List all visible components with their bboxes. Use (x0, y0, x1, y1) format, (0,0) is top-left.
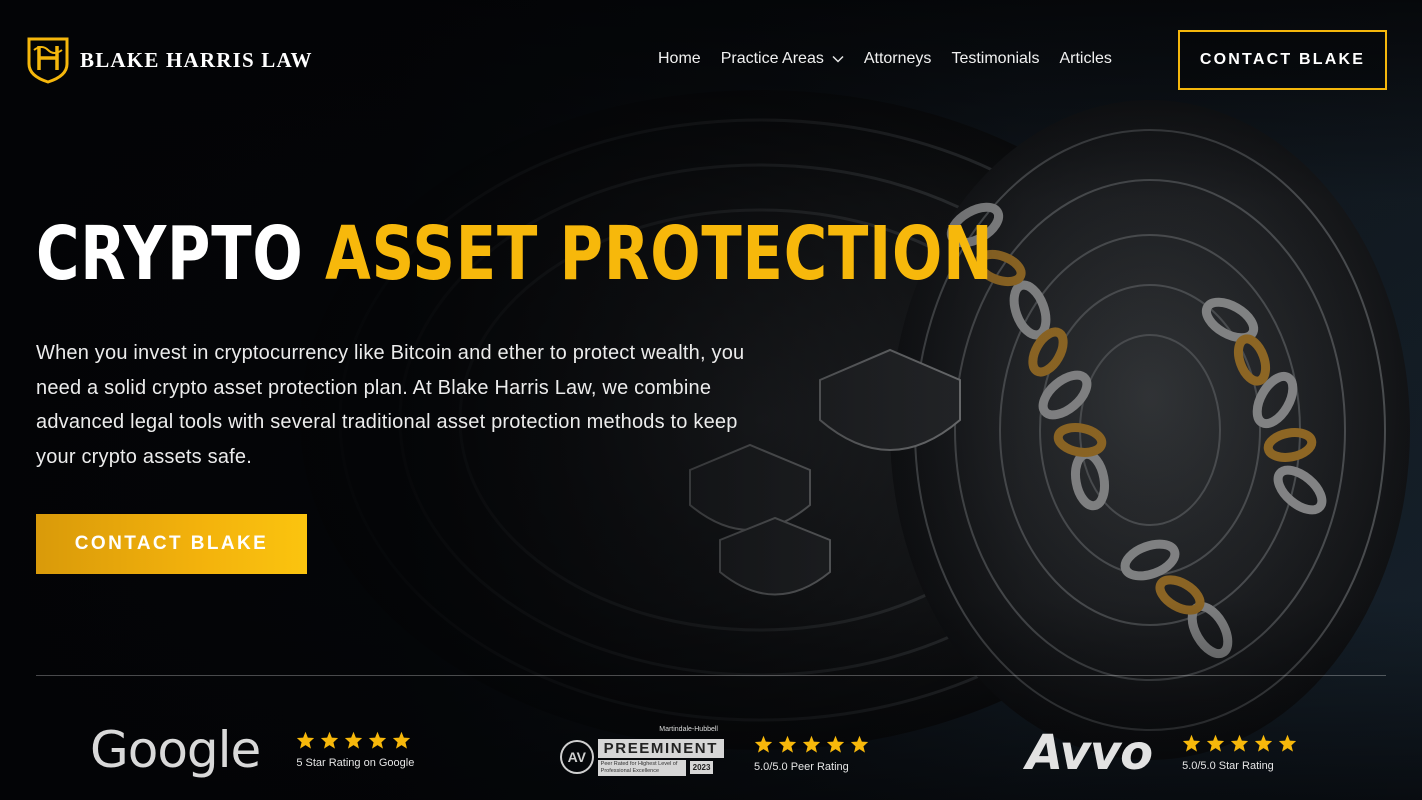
martindale-badge-title: PREEMINENT (597, 738, 724, 758)
google-stars (296, 731, 414, 749)
star-icon (754, 735, 773, 753)
martindale-badge-year: 2023 (689, 761, 714, 774)
hero-title-plain: CRYPTO (36, 211, 304, 297)
nav-item-practice-areas[interactable]: Practice Areas (711, 48, 854, 70)
av-rating-icon: AV (560, 740, 594, 774)
star-icon (345, 731, 363, 749)
martindale-badge-sub: Peer Rated for Highest Level of Professi… (597, 759, 724, 776)
avvo-stars (1182, 734, 1297, 752)
star-icon (321, 731, 339, 749)
star-icon (778, 735, 797, 753)
logo-text: BLAKE HARRIS LAW (80, 47, 313, 72)
star-icon (1230, 734, 1249, 752)
google-rating: Google 5 Star Rating on Google (90, 724, 414, 776)
nav-item-articles[interactable]: Articles (1049, 48, 1121, 70)
star-icon (369, 731, 387, 749)
star-icon (802, 735, 821, 753)
martindale-av-preeminent-badge: Martindale-Hubbell AV PREEMINENT Peer Ra… (560, 726, 724, 780)
google-rating-meta: 5 Star Rating on Google (296, 731, 414, 769)
star-icon (1254, 734, 1273, 752)
google-logo: Google (90, 721, 261, 779)
martindale-badge-subtext: Peer Rated for Highest Level of Professi… (597, 759, 686, 776)
hero-description: When you invest in cryptocurrency like B… (36, 342, 745, 468)
star-icon (1206, 734, 1225, 752)
avvo-rating-text: 5.0/5.0 Star Rating (1182, 760, 1274, 772)
star-icon (297, 731, 315, 749)
google-rating-text: 5 Star Rating on Google (296, 757, 415, 769)
nav-item-home[interactable]: Home (648, 48, 711, 70)
nav-item-practice-areas-label: Practice Areas (720, 50, 824, 67)
hero-contact-button[interactable]: CONTACT BLAKE (36, 514, 307, 574)
star-icon (826, 735, 845, 753)
chevron-down-icon (832, 55, 844, 63)
martindale-rating-text: 5.0/5.0 Peer Rating (754, 761, 849, 773)
shield-logo-icon (27, 37, 69, 84)
star-icon (1182, 734, 1201, 752)
martindale-rating: Martindale-Hubbell AV PREEMINENT Peer Ra… (560, 726, 869, 780)
site-logo-link[interactable]: BLAKE HARRIS LAW (26, 36, 313, 84)
star-icon (393, 731, 411, 749)
section-divider (36, 675, 1386, 676)
martindale-rating-meta: 5.0/5.0 Peer Rating (754, 735, 869, 773)
main-nav: Home Practice Areas Attorneys Testimonia… (648, 48, 1122, 70)
martindale-badge-right: PREEMINENT Peer Rated for Highest Level … (597, 738, 724, 776)
nav-item-testimonials[interactable]: Testimonials (941, 48, 1049, 70)
nav-item-attorneys[interactable]: Attorneys (854, 48, 942, 70)
martindale-badge-top: Martindale-Hubbell (659, 726, 718, 733)
hero-title-accent: ASSET PROTECTION (324, 211, 994, 297)
star-icon (1278, 734, 1297, 752)
star-icon (850, 735, 869, 753)
avvo-rating: Avvo 5.0/5.0 Star Rating (1026, 728, 1297, 778)
avvo-rating-meta: 5.0/5.0 Star Rating (1182, 734, 1297, 772)
martindale-stars (754, 735, 869, 753)
hero-title: CRYPTO ASSET PROTECTION (36, 206, 993, 302)
avvo-logo: Avvo (1026, 725, 1153, 781)
martindale-badge-box: AV PREEMINENT Peer Rated for Highest Lev… (560, 736, 724, 778)
header-contact-button[interactable]: CONTACT BLAKE (1178, 30, 1387, 90)
site-header: BLAKE HARRIS LAW Home Practice Areas Att… (0, 0, 1422, 120)
